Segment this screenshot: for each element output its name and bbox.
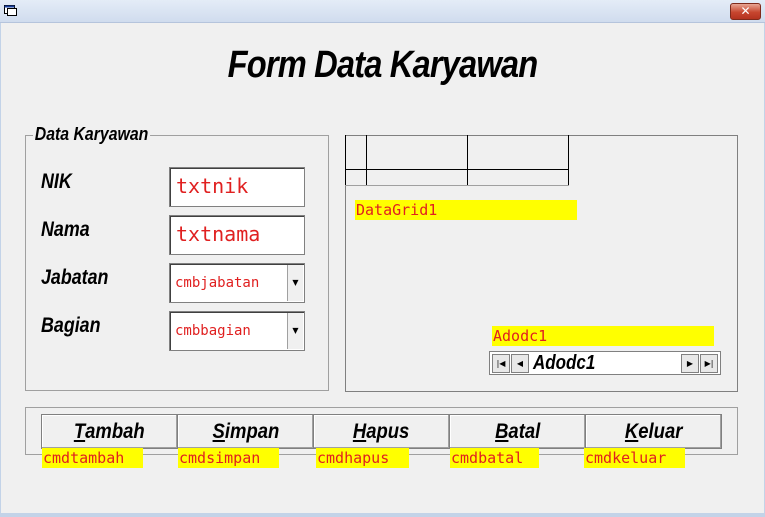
adodc-caption: Adodc1 (533, 352, 596, 374)
cmdsimpan-name-label: cmdsimpan (178, 448, 279, 468)
adodc-control[interactable]: |◀ ◀ Adodc1 ▶ ▶| (489, 351, 721, 375)
grid-line (345, 185, 569, 186)
nama-label: Nama (41, 218, 90, 241)
title-bar: ✕ (0, 0, 765, 23)
jabatan-combobox[interactable]: cmbjabatan ▼ (169, 263, 305, 303)
grid-line (366, 135, 367, 186)
page-title: Form Data Karyawan (227, 44, 538, 86)
tambah-accel: T (74, 420, 86, 443)
grid-line (467, 135, 468, 186)
cmdbatal-name-label: cmdbatal (450, 448, 539, 468)
close-icon: ✕ (740, 4, 751, 18)
bagian-combobox-text: cmbbagian (175, 323, 251, 339)
adodc-name-label: Adodc1 (492, 326, 714, 346)
tambah-label: ambah (85, 420, 145, 443)
last-record-icon[interactable]: ▶| (700, 354, 718, 373)
chevron-down-icon[interactable]: ▼ (287, 313, 303, 349)
nama-field-text: txtnama (176, 222, 261, 246)
grid-line (568, 135, 569, 186)
first-record-icon[interactable]: |◀ (492, 354, 510, 373)
tambah-button[interactable]: Tambah (41, 414, 178, 449)
bagian-combobox[interactable]: cmbbagian ▼ (169, 311, 305, 351)
nik-field[interactable]: txtnik (169, 167, 305, 207)
nik-field-text: txtnik (176, 174, 249, 198)
close-button[interactable]: ✕ (730, 3, 761, 20)
bagian-label: Bagian (41, 314, 101, 337)
simpan-label: impan (224, 420, 279, 443)
keluar-accel: K (624, 420, 639, 443)
groupbox-caption: Data Karyawan (33, 124, 151, 145)
datagrid-name-label: DataGrid1 (355, 200, 577, 220)
next-record-icon[interactable]: ▶ (681, 354, 699, 373)
chevron-down-icon[interactable]: ▼ (287, 265, 303, 301)
hapus-accel: H (353, 420, 367, 443)
keluar-label: eluar (638, 420, 683, 443)
hapus-label: apus (366, 420, 410, 443)
jabatan-combobox-text: cmbjabatan (175, 275, 260, 291)
hapus-button[interactable]: Hapus (313, 414, 450, 449)
batal-label: atal (508, 420, 541, 443)
simpan-accel: S (212, 420, 225, 443)
previous-record-icon[interactable]: ◀ (511, 354, 529, 373)
app-form-icon[interactable] (4, 5, 17, 16)
simpan-button[interactable]: Simpan (177, 414, 314, 449)
batal-accel: B (494, 420, 509, 443)
cmdtambah-name-label: cmdtambah (42, 448, 143, 468)
cmdhapus-name-label: cmdhapus (316, 448, 409, 468)
grid-line (345, 169, 569, 170)
cmdkeluar-name-label: cmdkeluar (584, 448, 685, 468)
batal-button[interactable]: Batal (449, 414, 586, 449)
grid-line (345, 135, 346, 186)
nama-field[interactable]: txtnama (169, 215, 305, 255)
jabatan-label: Jabatan (41, 266, 109, 289)
nik-label: NIK (41, 170, 72, 193)
keluar-button[interactable]: Keluar (585, 414, 722, 449)
